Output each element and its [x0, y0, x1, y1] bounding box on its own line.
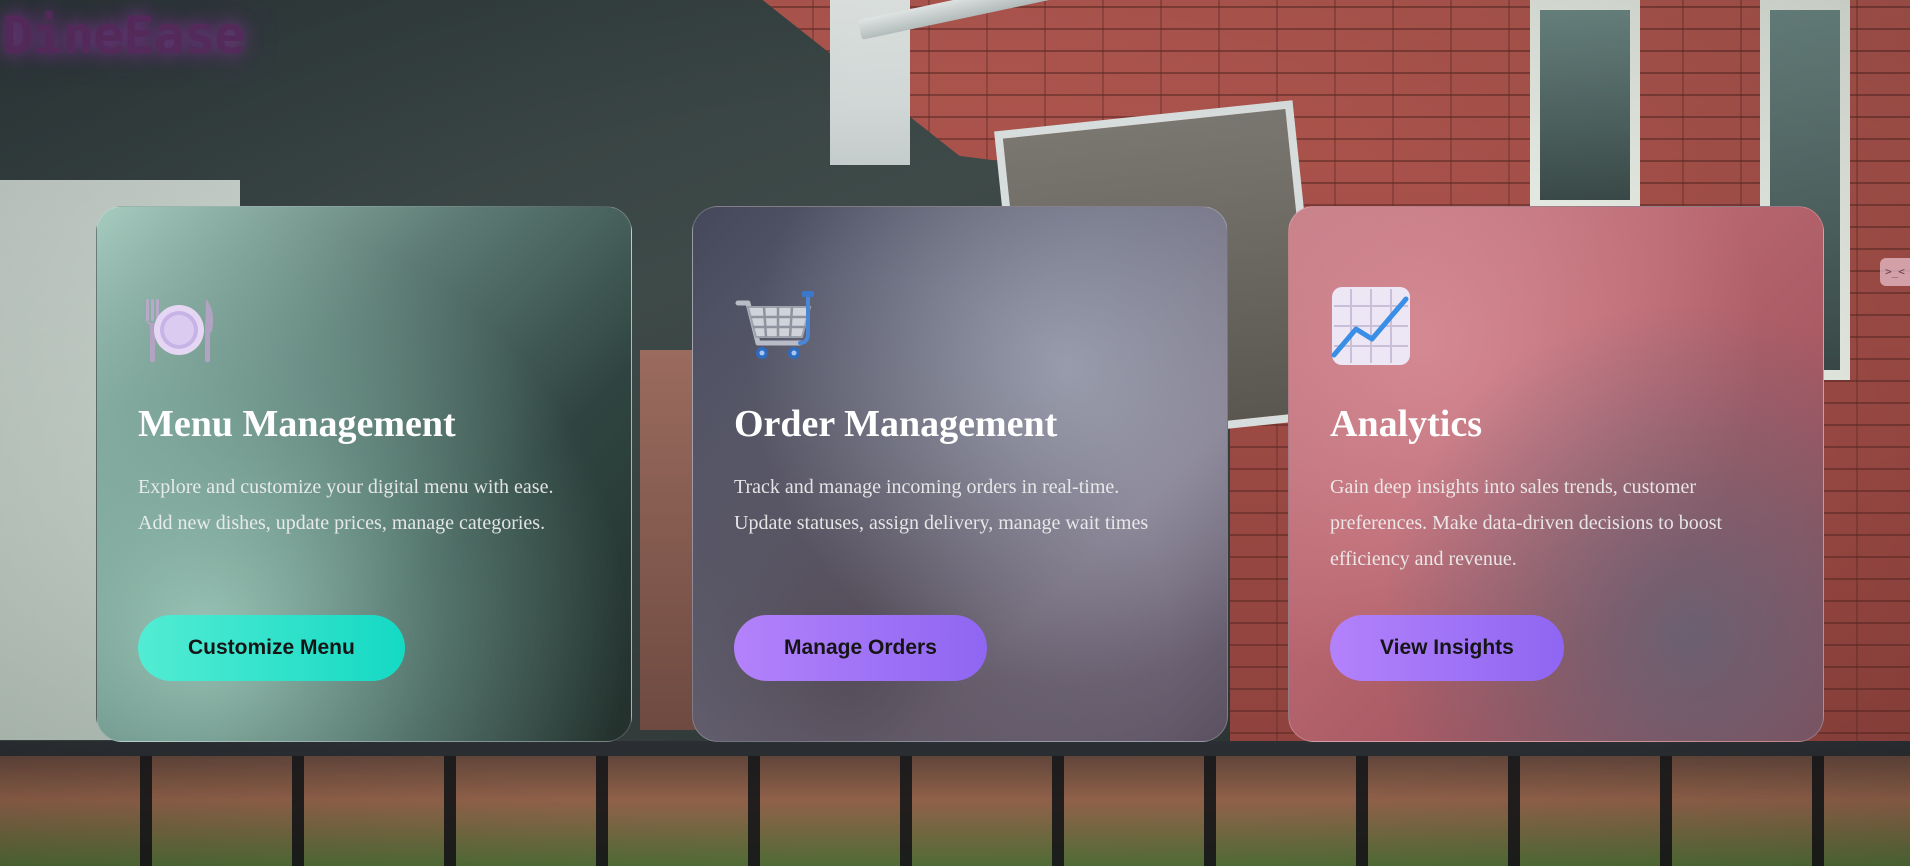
- order-management-card: Order Management Track and manage incomi…: [692, 206, 1228, 742]
- customize-menu-button[interactable]: Customize Menu: [138, 614, 405, 681]
- view-insights-button[interactable]: View Insights: [1330, 614, 1564, 681]
- card-description: Gain deep insights into sales trends, cu…: [1330, 475, 1723, 570]
- menu-management-card: Menu Management Explore and customize yo…: [96, 206, 632, 742]
- analytics-card: Analytics Gain deep insights into sales …: [1288, 206, 1824, 742]
- card-title: Order Management: [734, 403, 1058, 445]
- card-title: Analytics: [1330, 403, 1482, 445]
- card-description: Track and manage incoming orders in real…: [734, 475, 1149, 534]
- side-panel-toggle[interactable]: >_<: [1880, 258, 1910, 286]
- brand-logo[interactable]: DineEase: [2, 6, 245, 66]
- dashboard-page: DineEase >_< Menu Management Explore and…: [0, 0, 1910, 866]
- feature-cards: Menu Management Explore and customize yo…: [96, 206, 1824, 742]
- plate-fork-knife-icon: [145, 299, 214, 363]
- card-title: Menu Management: [138, 403, 456, 445]
- card-description: Explore and customize your digital menu …: [138, 475, 554, 534]
- manage-orders-button[interactable]: Manage Orders: [734, 614, 987, 681]
- shopping-cart-icon: [735, 291, 814, 359]
- chart-increasing-icon: [1331, 287, 1410, 365]
